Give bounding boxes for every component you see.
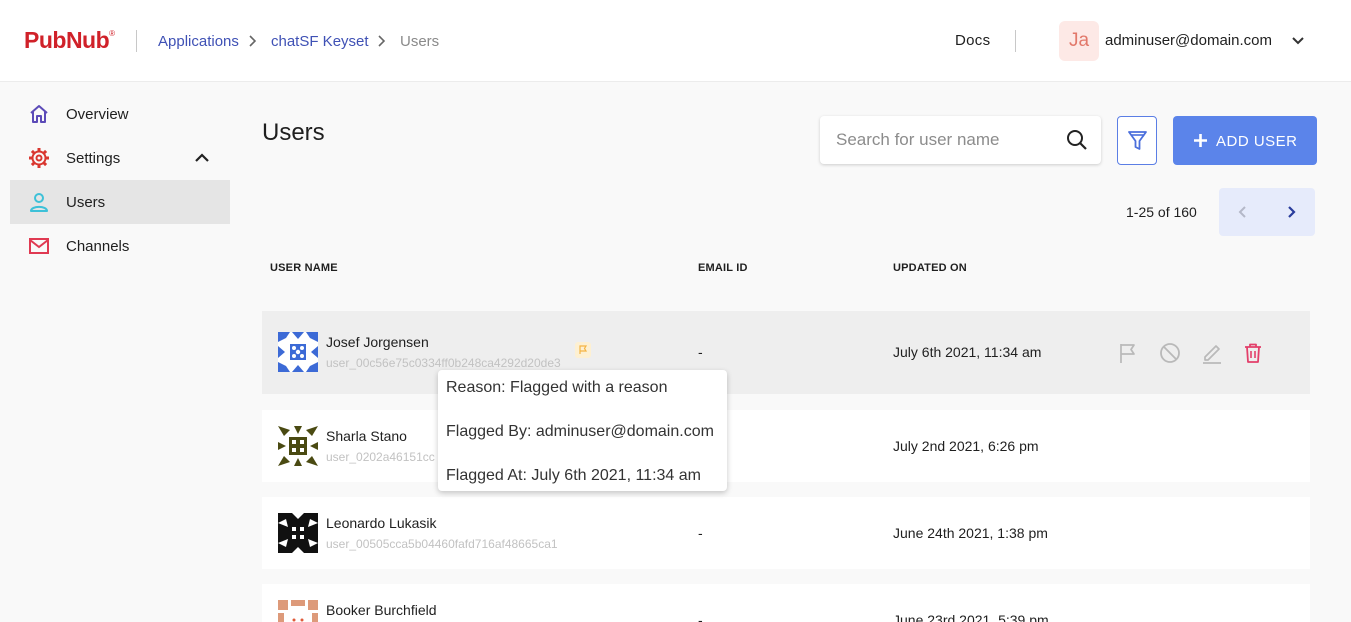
ban-icon[interactable] [1159, 342, 1181, 364]
account-avatar[interactable]: Ja [1059, 21, 1099, 61]
user-id: user_0202a46151cc [326, 450, 435, 464]
flagged-badge[interactable] [575, 342, 591, 358]
home-icon [30, 105, 48, 123]
sidebar-item-label: Channels [66, 237, 130, 255]
search-input[interactable] [836, 128, 1056, 152]
table-row[interactable]: Josef Jorgensen user_00c56e75c0334ff0b24… [262, 311, 1310, 394]
column-header-user-name: USER NAME [270, 262, 338, 274]
flagged-by: Flagged By: adminuser@domain.com [446, 423, 714, 440]
table-row[interactable]: Booker Burchfield - June 23rd 2021, 5:39… [262, 584, 1310, 622]
column-header-email: EMAIL ID [698, 262, 748, 274]
mail-icon [29, 238, 49, 254]
docs-link[interactable]: Docs [955, 32, 990, 49]
user-name[interactable]: Leonardo Lukasik [326, 515, 437, 531]
filter-icon [1128, 131, 1147, 150]
chevron-right-icon [378, 35, 386, 47]
user-name[interactable]: Booker Burchfield [326, 602, 437, 618]
divider [1015, 30, 1016, 52]
search-box [820, 116, 1101, 164]
sidebar-item-label: Overview [66, 105, 129, 123]
edit-icon[interactable] [1201, 342, 1223, 364]
user-icon [30, 193, 48, 212]
user-email: - [698, 612, 703, 622]
table-row[interactable]: Sharla Stano user_0202a46151cc - July 2n… [262, 410, 1310, 482]
sidebar-item-label: Settings [66, 149, 121, 167]
filter-button[interactable] [1117, 116, 1157, 165]
updated-on: June 23rd 2021, 5:39 pm [893, 612, 1049, 622]
add-user-label: ADD USER [1216, 133, 1298, 150]
flagged-at: Flagged At: July 6th 2021, 11:34 am [446, 467, 701, 484]
chevron-right-icon [249, 35, 257, 47]
flag-icon [579, 345, 588, 354]
chevron-left-icon [1238, 206, 1246, 218]
column-header-updated: UPDATED ON [893, 262, 967, 274]
search-icon[interactable] [1066, 129, 1088, 151]
breadcrumb-users: Users [400, 33, 440, 50]
user-id: user_00c56e75c0334ff0b248ca4292d20de3 [326, 356, 561, 370]
user-avatar [278, 332, 318, 372]
updated-on: June 24th 2021, 1:38 pm [893, 525, 1048, 541]
add-user-button[interactable]: ADD USER [1173, 116, 1317, 165]
updated-on: July 6th 2021, 11:34 am [893, 344, 1042, 360]
sidebar-item-settings[interactable]: Settings [10, 136, 230, 180]
sidebar-item-users[interactable]: Users [10, 180, 230, 224]
top-bar: PubNub® Applications chatSF Keyset Users… [0, 0, 1351, 82]
user-avatar [278, 513, 318, 553]
user-email: - [698, 525, 703, 541]
next-page-button[interactable] [1267, 188, 1315, 236]
table-row[interactable]: Leonardo Lukasik user_00505cca5b04460faf… [262, 497, 1310, 569]
breadcrumb-applications[interactable]: Applications [158, 33, 239, 50]
pagination-controls [1219, 188, 1315, 236]
user-avatar [278, 426, 318, 466]
account-email[interactable]: adminuser@domain.com [1105, 32, 1272, 49]
user-id: user_00505cca5b04460fafd716af48665ca1 [326, 537, 558, 551]
user-avatar [278, 600, 318, 622]
delete-icon[interactable] [1242, 342, 1264, 364]
user-name[interactable]: Sharla Stano [326, 428, 407, 444]
plus-icon [1194, 134, 1207, 147]
flag-icon[interactable] [1117, 342, 1139, 364]
pagination-range: 1-25 of 160 [1126, 204, 1197, 220]
chevron-up-icon[interactable] [194, 151, 210, 165]
divider [136, 30, 137, 52]
user-name[interactable]: Josef Jorgensen [326, 334, 429, 350]
page-title: Users [262, 119, 325, 146]
updated-on: July 2nd 2021, 6:26 pm [893, 438, 1039, 454]
gear-icon [29, 148, 49, 168]
pubnub-logo[interactable]: PubNub® [24, 27, 115, 54]
breadcrumb-keyset[interactable]: chatSF Keyset [271, 33, 369, 50]
user-email: - [698, 344, 703, 360]
flag-details-tooltip: Reason: Flagged with a reason Flagged By… [438, 370, 727, 491]
flag-reason: Reason: Flagged with a reason [446, 379, 668, 396]
sidebar-item-overview[interactable]: Overview [10, 92, 230, 136]
chevron-down-icon[interactable] [1291, 35, 1305, 47]
sidebar-item-channels[interactable]: Channels [10, 224, 230, 268]
chevron-right-icon [1288, 206, 1296, 218]
prev-page-button[interactable] [1219, 188, 1267, 236]
sidebar-item-label: Users [66, 193, 106, 211]
